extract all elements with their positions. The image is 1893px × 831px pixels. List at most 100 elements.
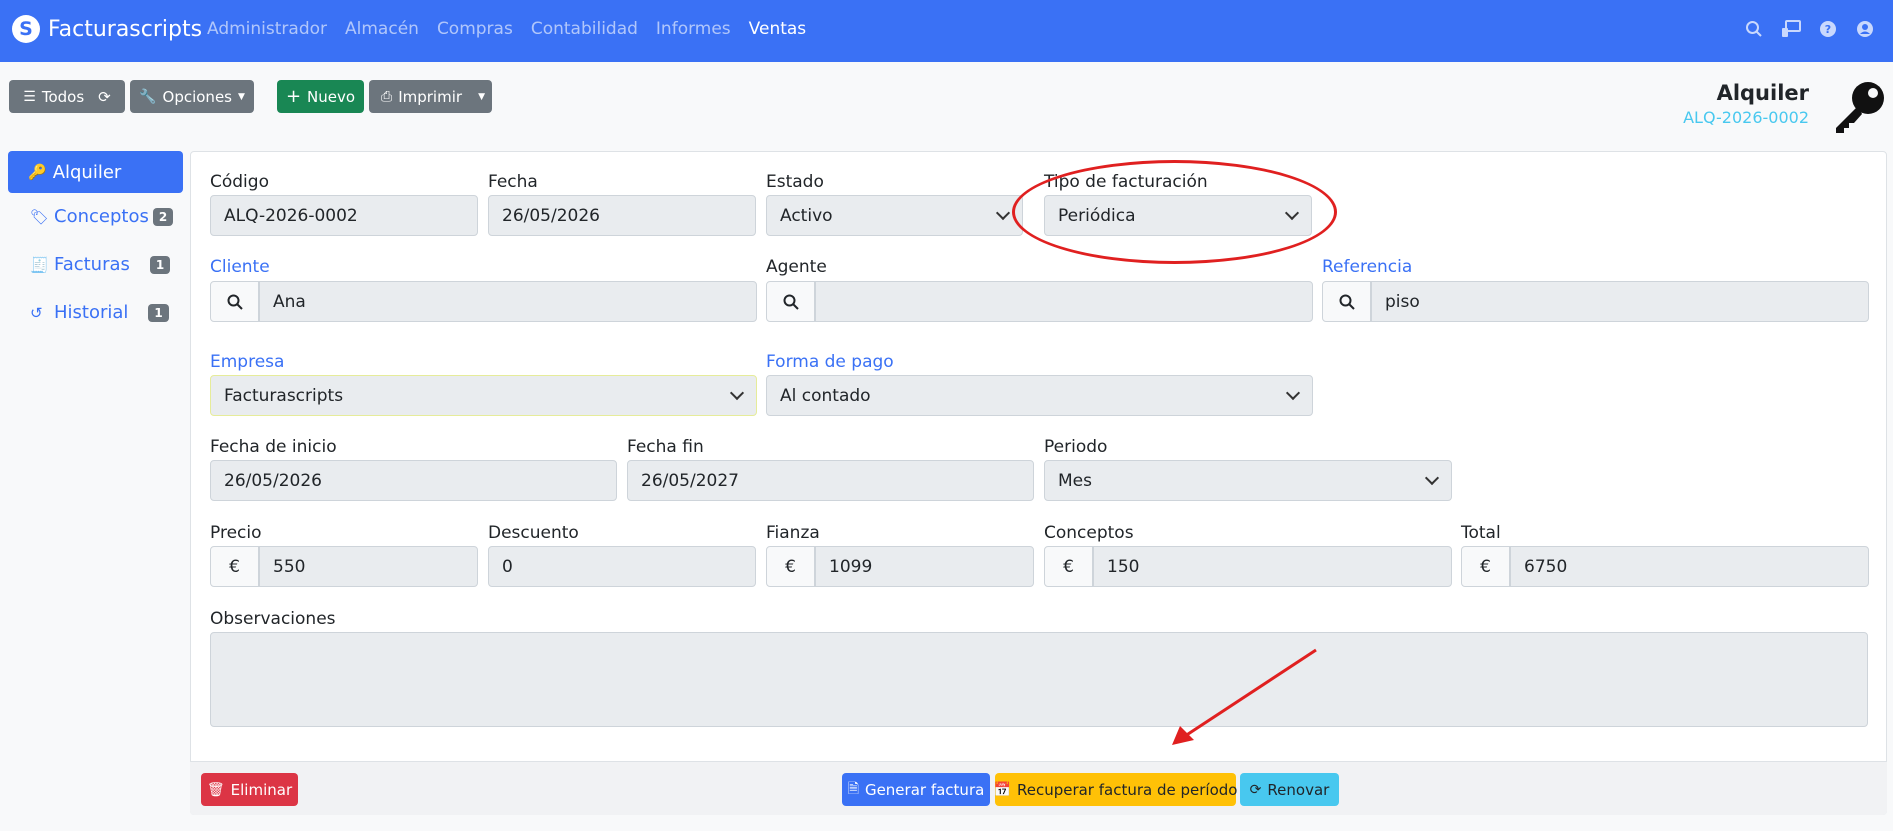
periodo-label: Periodo: [1044, 437, 1108, 457]
estado-label: Estado: [766, 172, 824, 192]
new-label: Nuevo: [307, 87, 356, 106]
new-button[interactable]: + Nuevo: [277, 80, 364, 113]
sidebar-item-conceptos[interactable]: 🏷 Conceptos 2: [30, 206, 174, 227]
annotation-ellipse: [1012, 160, 1337, 264]
search-icon[interactable]: [1322, 281, 1371, 322]
renew-label: Renovar: [1267, 780, 1330, 799]
codigo-field[interactable]: ALQ-2026-0002: [210, 195, 478, 236]
sidebar-item-alquiler[interactable]: 🔑 Alquiler: [8, 151, 183, 193]
precio-field[interactable]: 550: [259, 546, 478, 587]
referencia-label[interactable]: Referencia: [1322, 257, 1412, 277]
search-icon[interactable]: [766, 281, 815, 322]
recover-period-invoice-label: Recuperar factura de período: [1016, 780, 1238, 799]
refresh-icon[interactable]: ⟳: [98, 88, 111, 106]
menu-administrador[interactable]: Administrador: [207, 19, 327, 39]
chevron-down-icon: [1424, 470, 1440, 486]
print-label: Imprimir: [398, 87, 463, 106]
key-icon: [1836, 82, 1884, 133]
printer-icon: ⎙: [381, 88, 393, 105]
forma-pago-select[interactable]: Al contado: [766, 375, 1313, 416]
codigo-label: Código: [210, 172, 269, 192]
search-icon[interactable]: [1742, 17, 1766, 41]
history-icon: ↺: [30, 303, 43, 322]
top-navbar: S Facturascripts Administrador Almacén C…: [0, 0, 1893, 62]
cliente-field[interactable]: Ana: [259, 281, 757, 322]
sync-icon: ⟳: [1249, 781, 1262, 798]
total-label: Total: [1461, 523, 1501, 543]
wrench-icon: 🔧: [139, 88, 157, 105]
cliente-label[interactable]: Cliente: [210, 257, 270, 277]
euro-icon: €: [210, 546, 259, 587]
sidebar-item-facturas[interactable]: 🧾 Facturas 1: [30, 254, 171, 275]
caret-down-icon: ▼: [238, 91, 245, 102]
tags-icon: 🏷: [30, 207, 50, 226]
invoice-icon: 🧾: [30, 255, 49, 274]
fecha-fin-field[interactable]: 26/05/2027: [627, 460, 1034, 501]
chevron-down-icon: [1285, 385, 1301, 401]
chevron-down-icon: [995, 205, 1011, 221]
empresa-value: Facturascripts: [224, 385, 344, 406]
forma-pago-value: Al contado: [780, 385, 871, 406]
search-icon[interactable]: [210, 281, 259, 322]
menu-ventas[interactable]: Ventas: [749, 19, 806, 39]
calendar-plus-icon: 📅: [993, 781, 1011, 798]
descuento-field[interactable]: 0: [488, 546, 756, 587]
main-menu: Administrador Almacén Compras Contabilid…: [207, 19, 824, 39]
euro-icon: €: [766, 546, 815, 587]
observaciones-textarea[interactable]: [210, 632, 1868, 727]
delete-label: Eliminar: [230, 780, 293, 799]
fecha-field[interactable]: 26/05/2026: [488, 195, 756, 236]
sidebar-item-label: Facturas: [54, 254, 130, 275]
conceptos-field[interactable]: 150: [1093, 546, 1452, 587]
agente-field[interactable]: [815, 281, 1313, 322]
generate-invoice-button[interactable]: 🗎 Generar factura: [842, 773, 990, 806]
total-field[interactable]: 6750: [1510, 546, 1869, 587]
observaciones-label: Observaciones: [210, 609, 336, 629]
list-icon: ☰: [23, 88, 36, 105]
periodo-select[interactable]: Mes: [1044, 460, 1452, 501]
empresa-label[interactable]: Empresa: [210, 352, 284, 372]
print-dropdown-icon[interactable]: ▼: [478, 92, 485, 102]
options-label: Opciones: [162, 87, 232, 106]
forma-pago-label[interactable]: Forma de pago: [766, 352, 894, 372]
sidebar-item-label: Alquiler: [52, 161, 122, 183]
brand[interactable]: S Facturascripts: [12, 15, 202, 43]
fecha-label: Fecha: [488, 172, 538, 192]
empresa-select[interactable]: Facturascripts: [210, 375, 757, 416]
help-icon[interactable]: ?: [1816, 17, 1840, 41]
key-icon: 🔑: [28, 163, 47, 181]
menu-contabilidad[interactable]: Contabilidad: [531, 19, 638, 39]
sidebar-item-historial[interactable]: ↺ Historial 1: [30, 302, 169, 323]
referencia-field[interactable]: piso: [1371, 281, 1869, 322]
page-title: Alquiler: [1716, 81, 1809, 105]
estado-select[interactable]: Activo: [766, 195, 1023, 236]
sidebar-item-label: Historial: [54, 302, 129, 323]
all-label: Todos: [41, 87, 85, 106]
menu-compras[interactable]: Compras: [437, 19, 513, 39]
menu-almacen[interactable]: Almacén: [345, 19, 419, 39]
delete-button[interactable]: 🗑 Eliminar: [201, 773, 298, 806]
sidebar-item-label: Conceptos: [54, 206, 149, 227]
euro-icon: €: [1461, 546, 1510, 587]
navbar-icons: ?: [1729, 17, 1877, 41]
annotation-arrow-icon: [1172, 648, 1317, 745]
svg-text:?: ?: [1825, 23, 1831, 36]
menu-informes[interactable]: Informes: [656, 19, 731, 39]
plus-icon: +: [285, 86, 302, 107]
trash-icon: 🗑: [206, 781, 225, 798]
estado-value: Activo: [780, 205, 833, 226]
renew-button[interactable]: ⟳ Renovar: [1240, 773, 1339, 806]
euro-icon: €: [1044, 546, 1093, 587]
all-button[interactable]: ☰ Todos ⟳: [9, 80, 125, 113]
options-button[interactable]: 🔧 Opciones ▼: [130, 80, 254, 113]
fianza-field[interactable]: 1099: [815, 546, 1034, 587]
agente-label: Agente: [766, 257, 827, 277]
fecha-inicio-field[interactable]: 26/05/2026: [210, 460, 617, 501]
recover-period-invoice-button[interactable]: 📅 Recuperar factura de período: [993, 773, 1238, 806]
page-header: Alquiler ALQ-2026-0002: [1683, 81, 1809, 127]
count-badge: 2: [152, 207, 174, 226]
monitor-icon[interactable]: [1779, 17, 1803, 41]
user-icon[interactable]: [1853, 17, 1877, 41]
print-button[interactable]: ⎙ Imprimir ▼: [369, 80, 492, 113]
count-badge: 1: [148, 303, 169, 322]
